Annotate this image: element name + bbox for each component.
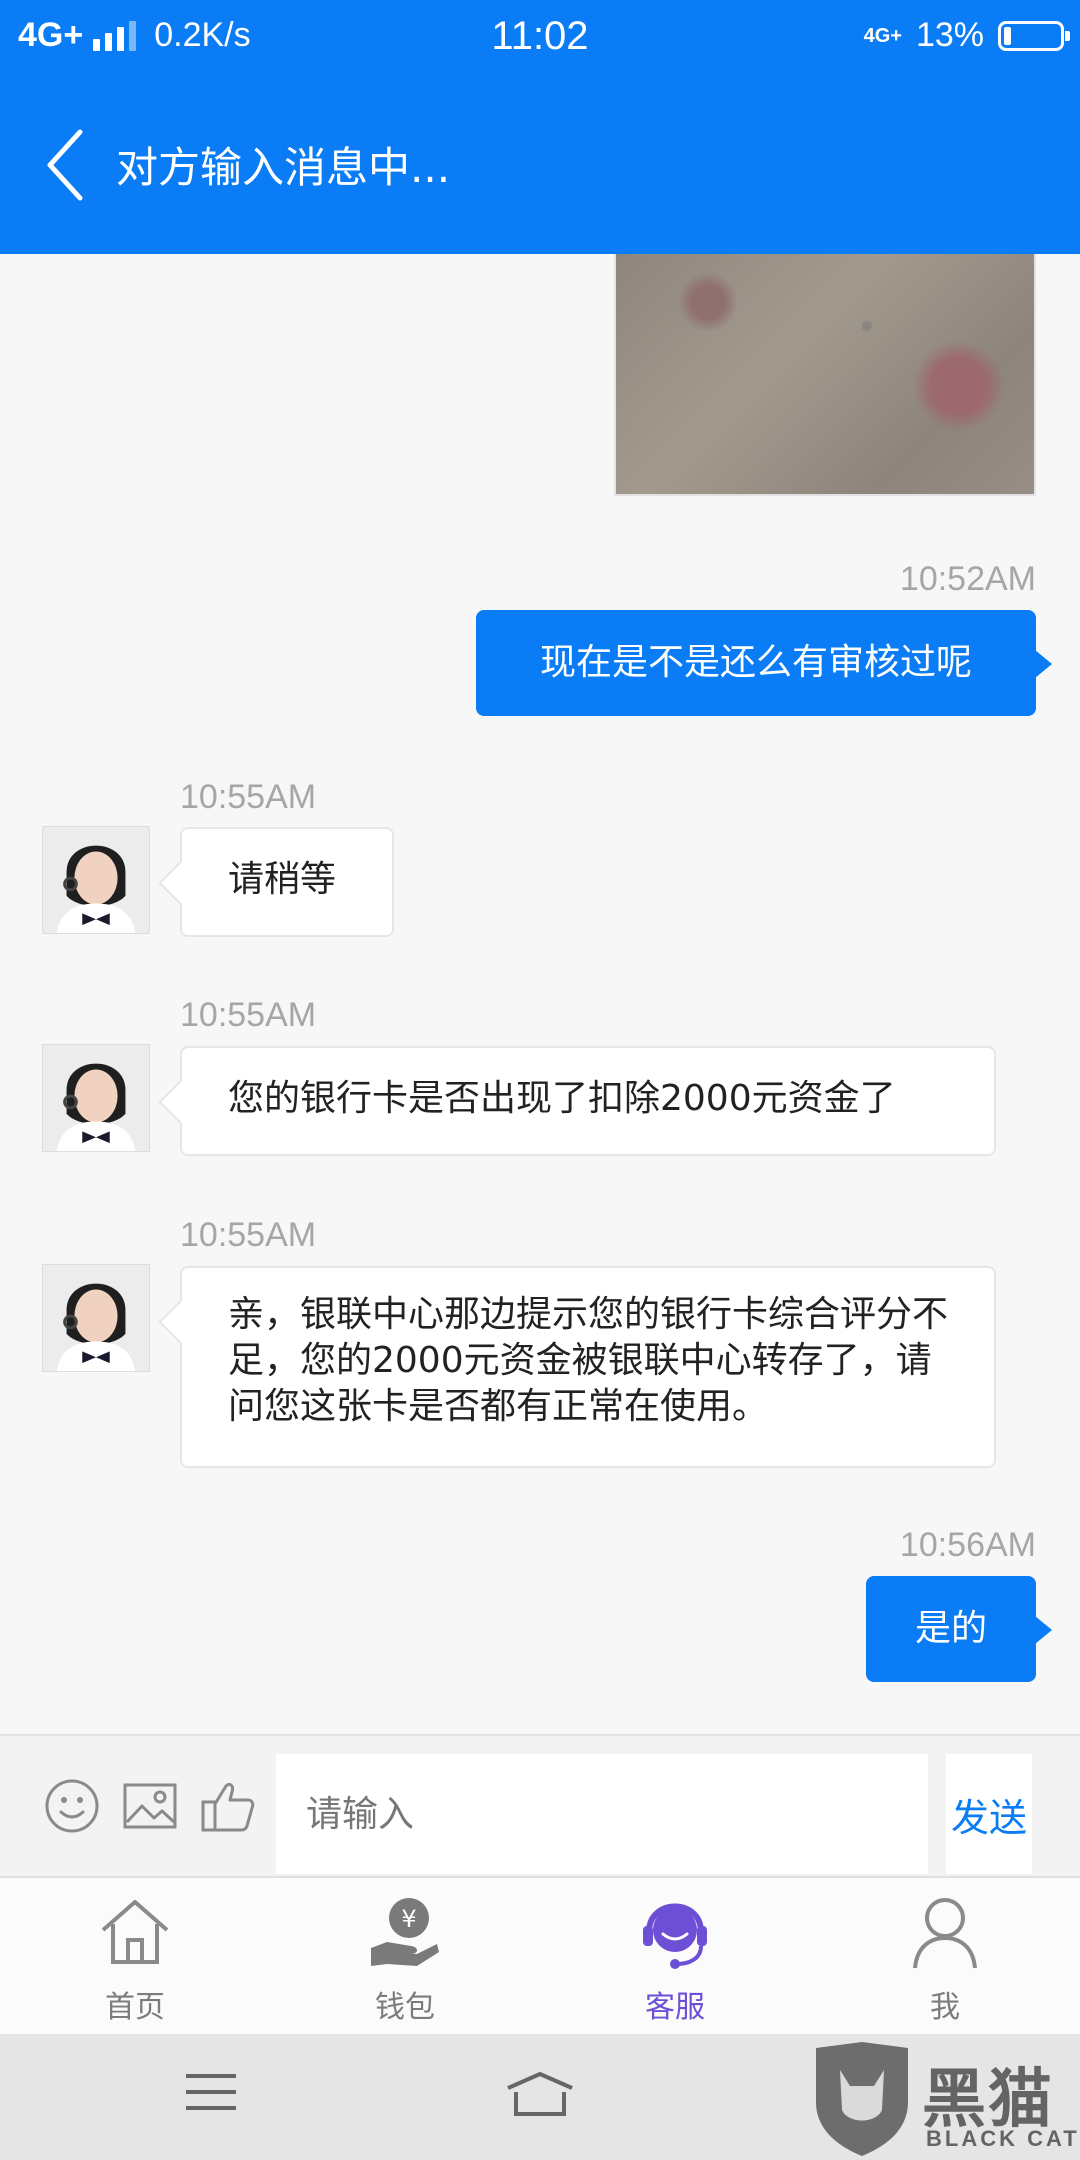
- svg-text:¥: ¥: [401, 1905, 416, 1933]
- bottom-tab-bar: 首页 ¥ 钱包 客服 我: [0, 1876, 1080, 2034]
- tab-wallet[interactable]: ¥ 钱包: [270, 1878, 540, 2036]
- thumbs-up-icon[interactable]: [200, 1778, 256, 1834]
- send-button[interactable]: 发送: [946, 1754, 1032, 1874]
- image-icon[interactable]: [122, 1778, 178, 1834]
- home-icon: [101, 1900, 169, 1964]
- battery-icon: [998, 20, 1070, 51]
- incoming-message[interactable]: 请稍等: [180, 827, 394, 937]
- tab-label: 首页: [105, 1990, 165, 2025]
- agent-avatar: [42, 1264, 150, 1372]
- message-input[interactable]: [276, 1754, 928, 1874]
- sent-photo[interactable]: [614, 254, 1036, 496]
- tab-label: 客服: [645, 1990, 705, 2025]
- agent-avatar: [42, 826, 150, 934]
- incoming-message[interactable]: 亲，银联中心那边提示您的银行卡综合评分不足，您的2000元资金被银联中心转存了，…: [180, 1266, 996, 1468]
- message-time: 10:55AM: [180, 996, 317, 1034]
- user-icon: [913, 1898, 977, 1969]
- message-time: 10:55AM: [180, 1216, 317, 1254]
- status-right: 4G+ 13%: [863, 16, 1070, 55]
- tab-label: 钱包: [375, 1990, 435, 2025]
- outgoing-message[interactable]: 是的: [866, 1576, 1052, 1682]
- message-time: 10:55AM: [180, 778, 317, 816]
- message-time: 10:52AM: [899, 560, 1036, 598]
- chat-area[interactable]: 10:52AM 现在是不是还么有审核过呢 10:55AM 请稍等 10:55AM…: [0, 254, 1080, 1734]
- chat-header: 对方输入消息中...: [0, 72, 1080, 254]
- home-button-icon[interactable]: [504, 2070, 576, 2120]
- customer-service-icon: [643, 1903, 707, 1969]
- agent-avatar: [42, 1044, 150, 1152]
- chevron-left-icon[interactable]: [44, 126, 94, 204]
- tab-home[interactable]: 首页: [0, 1878, 270, 2036]
- watermark-subtext: BLACK CAT: [926, 2126, 1080, 2151]
- tab-label: 我: [930, 1990, 960, 2025]
- page-title: 对方输入消息中...: [116, 143, 451, 192]
- message-time: 10:56AM: [899, 1526, 1036, 1564]
- tab-me[interactable]: 我: [810, 1878, 1080, 2036]
- battery-level: [1004, 26, 1012, 45]
- battery-percent: 13%: [915, 16, 984, 54]
- message-composer: 发送: [0, 1734, 1080, 1876]
- emoji-icon[interactable]: [44, 1778, 100, 1834]
- incoming-message[interactable]: 您的银行卡是否出现了扣除2000元资金了: [180, 1046, 996, 1156]
- tab-customer-service[interactable]: 客服: [540, 1878, 810, 2036]
- wallet-icon: ¥: [371, 1898, 439, 1966]
- outgoing-message[interactable]: 现在是不是还么有审核过呢: [476, 610, 1052, 716]
- secondary-network: 4G+: [863, 24, 902, 47]
- menu-icon[interactable]: [184, 2070, 238, 2114]
- black-cat-logo-icon: [816, 2042, 908, 2156]
- status-bar: 4G+ 0.2K/s 11:02 4G+ 13%: [0, 0, 1080, 72]
- watermark: 黑猫 BLACK CAT: [810, 2040, 1080, 2160]
